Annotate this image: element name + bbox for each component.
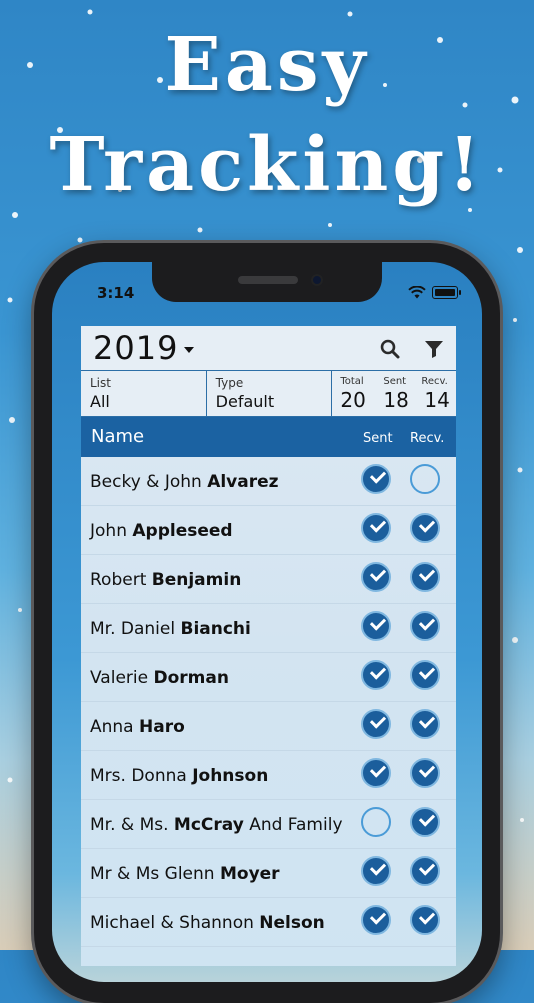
contact-row[interactable]: Mrs. Donna Johnson xyxy=(81,751,456,800)
sent-checked-icon[interactable] xyxy=(361,758,391,788)
recv-count-value: 14 xyxy=(424,388,450,412)
status-time: 3:14 xyxy=(97,284,135,302)
status-icons xyxy=(408,286,461,299)
sent-count-value: 18 xyxy=(383,388,409,412)
contact-name: Mr. Daniel Bianchi xyxy=(90,619,251,639)
contact-last-name: McCray xyxy=(173,815,244,835)
contact-list: Becky & John Alvarez John Appleseed Robert… xyxy=(81,457,456,947)
battery-icon xyxy=(432,286,461,299)
search-icon[interactable] xyxy=(379,338,401,360)
contact-row[interactable]: Mr. Daniel Bianchi xyxy=(81,604,456,653)
counts-summary: Total 20 Sent 18 Recv. 14 xyxy=(332,371,456,416)
contact-row[interactable]: Valerie Dorman xyxy=(81,653,456,702)
speaker-grille xyxy=(238,276,298,284)
column-sent[interactable]: Sent xyxy=(363,431,393,446)
type-filter[interactable]: Type Default xyxy=(207,371,333,416)
toolbar: 2019 xyxy=(81,326,456,370)
type-label: Type xyxy=(215,376,244,390)
chevron-down-icon[interactable] xyxy=(184,347,195,353)
recv-checked-icon[interactable] xyxy=(410,709,440,739)
sent-checked-icon[interactable] xyxy=(361,660,391,690)
contact-last-name: Moyer xyxy=(219,864,280,884)
contact-name: John Appleseed xyxy=(90,521,233,541)
year-selector[interactable]: 2019 xyxy=(93,329,178,367)
contact-last-name: Nelson xyxy=(259,913,325,933)
total-value: 20 xyxy=(340,388,366,412)
recv-checked-icon[interactable] xyxy=(410,856,440,886)
contact-first-name: Valerie xyxy=(90,668,154,688)
app-content: 2019 List All Type Default Total 20 Sent… xyxy=(81,326,456,966)
recv-checked-icon[interactable] xyxy=(410,807,440,837)
sent-checked-icon[interactable] xyxy=(361,611,391,641)
headline-line-1: Easy xyxy=(164,22,370,108)
front-camera xyxy=(311,274,323,286)
contact-first-name: Becky & John xyxy=(90,472,208,492)
contact-name: Mrs. Donna Johnson xyxy=(90,766,268,786)
total-label: Total xyxy=(340,376,364,387)
contact-name: Michael & Shannon Nelson xyxy=(90,913,325,933)
contact-first-name: Robert xyxy=(90,570,152,590)
list-header: Name Sent Recv. xyxy=(81,417,456,457)
filter-icon[interactable] xyxy=(423,338,445,360)
recv-checked-icon[interactable] xyxy=(410,513,440,543)
sent-checked-icon[interactable] xyxy=(361,464,391,494)
wifi-icon xyxy=(408,286,426,299)
contact-row[interactable]: Anna Haro xyxy=(81,702,456,751)
headline-line-2: Tracking! xyxy=(49,122,485,208)
recv-checked-icon[interactable] xyxy=(410,905,440,935)
recv-checked-icon[interactable] xyxy=(410,758,440,788)
contact-row[interactable]: Mr & Ms Glenn Moyer xyxy=(81,849,456,898)
recv-checked-icon[interactable] xyxy=(410,562,440,592)
contact-first-name: Mr. & Ms. xyxy=(90,815,174,835)
contact-name: Robert Benjamin xyxy=(90,570,241,590)
contact-row[interactable]: Robert Benjamin xyxy=(81,555,456,604)
sent-checked-icon[interactable] xyxy=(361,905,391,935)
contact-last-name: Alvarez xyxy=(207,472,279,492)
contact-first-name: Michael & Shannon xyxy=(90,913,260,933)
contact-row[interactable]: Michael & Shannon Nelson xyxy=(81,898,456,947)
sent-checked-icon[interactable] xyxy=(361,562,391,592)
contact-last-name: Benjamin xyxy=(151,570,242,590)
column-recv[interactable]: Recv. xyxy=(410,431,444,446)
type-value: Default xyxy=(215,392,275,411)
sent-checked-icon[interactable] xyxy=(361,856,391,886)
sent-checked-icon[interactable] xyxy=(361,709,391,739)
list-value: All xyxy=(90,392,110,411)
recv-checked-icon[interactable] xyxy=(410,660,440,690)
contact-row[interactable]: Mr. & Ms. McCray And Family xyxy=(81,800,456,849)
contact-first-name: Anna xyxy=(90,717,139,737)
contact-last-name: Bianchi xyxy=(180,619,251,639)
contact-first-name: Mr & Ms Glenn xyxy=(90,864,220,884)
contact-last-name: Dorman xyxy=(153,668,229,688)
contact-name: Mr. & Ms. McCray And Family xyxy=(90,815,343,835)
sent-checked-icon[interactable] xyxy=(361,513,391,543)
contact-name: Anna Haro xyxy=(90,717,185,737)
recv-checked-icon[interactable] xyxy=(410,611,440,641)
list-filter[interactable]: List All xyxy=(81,371,207,416)
recv-count-label: Recv. xyxy=(421,376,448,387)
list-label: List xyxy=(90,376,111,390)
contact-name: Valerie Dorman xyxy=(90,668,229,688)
sent-unchecked-icon[interactable] xyxy=(361,807,391,837)
column-name[interactable]: Name xyxy=(91,426,144,447)
contact-row[interactable]: John Appleseed xyxy=(81,506,456,555)
contact-last-name: Haro xyxy=(139,717,185,737)
contact-name: Becky & John Alvarez xyxy=(90,472,279,492)
contact-row[interactable]: Becky & John Alvarez xyxy=(81,457,456,506)
contact-last-name: Johnson xyxy=(192,766,269,786)
contact-name-suffix: And Family xyxy=(243,815,343,835)
contact-last-name: Appleseed xyxy=(132,521,233,541)
sent-count-label: Sent xyxy=(383,376,407,387)
recv-unchecked-icon[interactable] xyxy=(410,464,440,494)
contact-name: Mr & Ms Glenn Moyer xyxy=(90,864,280,884)
info-bar: List All Type Default Total 20 Sent 18 R… xyxy=(81,370,456,417)
contact-first-name: John xyxy=(90,521,133,541)
contact-first-name: Mrs. Donna xyxy=(90,766,193,786)
contact-first-name: Mr. Daniel xyxy=(90,619,181,639)
